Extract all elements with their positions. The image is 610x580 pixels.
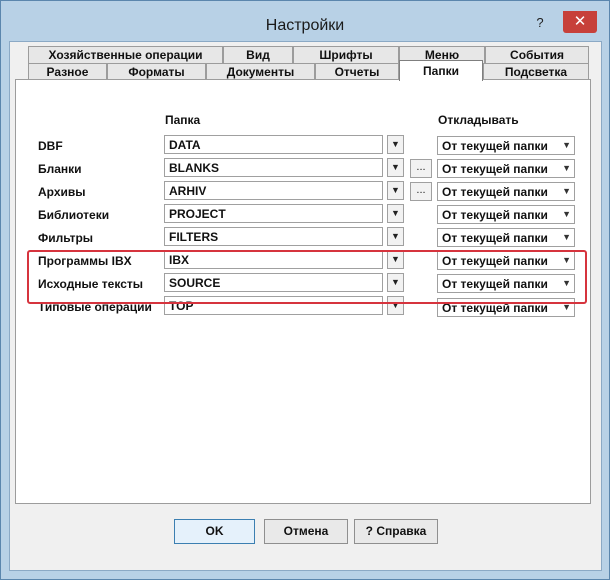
tab-documents[interactable]: Документы	[206, 63, 315, 80]
folder-column-header: Папка	[165, 113, 201, 127]
chevron-down-icon: ▼	[562, 163, 571, 173]
defer-select-libraries[interactable]: От текущей папки ▼	[437, 205, 575, 224]
title-bar: Настройки ? ✕	[1, 1, 609, 39]
tab-events[interactable]: События	[485, 46, 589, 63]
chevron-down-icon: ▼	[391, 162, 400, 172]
tab-formats[interactable]: Форматы	[107, 63, 206, 80]
tab-reports[interactable]: Отчеты	[315, 63, 399, 80]
chevron-down-icon: ▼	[391, 231, 400, 241]
folder-input-blanks[interactable]	[164, 158, 383, 177]
folder-dropdown-libraries[interactable]: ▼	[387, 204, 404, 223]
row-label-dbf: DBF	[38, 139, 63, 153]
browse-button-archives[interactable]: ...	[410, 182, 432, 201]
tab-misc[interactable]: Разное	[28, 63, 107, 80]
window-title: Настройки	[265, 17, 345, 34]
folder-dropdown-dbf[interactable]: ▼	[387, 135, 404, 154]
ok-button[interactable]: OK	[174, 519, 255, 544]
chevron-down-icon: ▼	[562, 209, 571, 219]
tab-folders[interactable]: Папки	[399, 60, 483, 81]
tab-business-operations[interactable]: Хозяйственные операции	[28, 46, 223, 63]
tab-fonts[interactable]: Шрифты	[293, 46, 399, 63]
cancel-button[interactable]: Отмена	[264, 519, 348, 544]
chevron-down-icon: ▼	[391, 139, 400, 149]
folder-input-archives[interactable]	[164, 181, 383, 200]
help-title-button[interactable]: ?	[532, 15, 548, 31]
folder-input-dbf[interactable]	[164, 135, 383, 154]
folder-dropdown-blanks[interactable]: ▼	[387, 158, 404, 177]
close-button[interactable]: ✕	[563, 11, 597, 33]
row-label-archives: Архивы	[38, 185, 86, 199]
browse-button-blanks[interactable]: ...	[410, 159, 432, 178]
folder-input-libraries[interactable]	[164, 204, 383, 223]
row-label-blanks: Бланки	[38, 162, 82, 176]
tab-view[interactable]: Вид	[223, 46, 293, 63]
help-button[interactable]: ? Справка	[354, 519, 438, 544]
defer-select-filters[interactable]: От текущей папки ▼	[437, 228, 575, 247]
folder-dropdown-archives[interactable]: ▼	[387, 181, 404, 200]
highlight-box	[27, 250, 587, 304]
row-label-libraries: Библиотеки	[38, 208, 110, 222]
folder-input-filters[interactable]	[164, 227, 383, 246]
defer-column-header: Откладывать	[438, 113, 519, 127]
tab-highlighting[interactable]: Подсветка	[483, 63, 589, 80]
chevron-down-icon: ▼	[562, 186, 571, 196]
defer-select-blanks[interactable]: От текущей папки ▼	[437, 159, 575, 178]
chevron-down-icon: ▼	[562, 232, 571, 242]
chevron-down-icon: ▼	[391, 208, 400, 218]
defer-select-archives[interactable]: От текущей папки ▼	[437, 182, 575, 201]
chevron-down-icon: ▼	[562, 140, 571, 150]
defer-select-dbf[interactable]: От текущей папки ▼	[437, 136, 575, 155]
row-label-filters: Фильтры	[38, 231, 94, 245]
chevron-down-icon: ▼	[391, 185, 400, 195]
folder-dropdown-filters[interactable]: ▼	[387, 227, 404, 246]
